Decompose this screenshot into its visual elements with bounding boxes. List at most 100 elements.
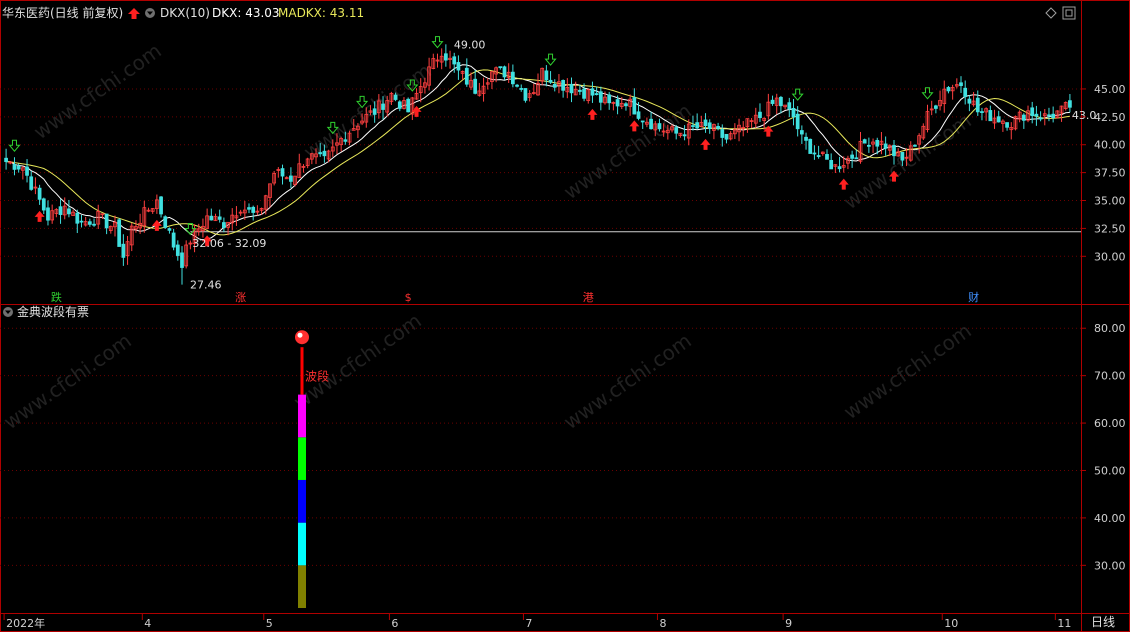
candle-body (511, 71, 515, 85)
candle-body (636, 111, 641, 119)
candle-body (381, 103, 385, 110)
candle-body (498, 66, 503, 69)
candle-body (46, 207, 50, 221)
down-arrow-icon (431, 36, 444, 49)
indicator-bar-segment (298, 565, 306, 608)
candle-body (1030, 107, 1035, 117)
candle-body (854, 157, 859, 160)
price-annotation-label: 27.46 (190, 279, 222, 292)
indicator-tick-label: 30.00 (1094, 559, 1126, 572)
candle-body (37, 187, 42, 200)
indicator-bar-segment (298, 394, 306, 438)
indicator-name: DKX(10) (160, 6, 210, 20)
candle-body (75, 212, 80, 224)
indicator-bar-segment (300, 347, 304, 395)
candle-body (837, 166, 842, 170)
candle-body (343, 139, 348, 142)
candle-body (900, 151, 905, 161)
candle-body (397, 101, 402, 109)
candle-body (770, 99, 775, 104)
candle-body (791, 107, 796, 118)
red-up-arrow-icon (128, 8, 140, 19)
candle-body (787, 102, 792, 110)
price-tick-label: 42.50 (1094, 111, 1126, 124)
candle-body (552, 83, 557, 88)
candle-body (988, 110, 993, 122)
candle-body (452, 56, 457, 65)
price-annotation-label: 43.0 (1072, 109, 1097, 122)
candle-body (582, 88, 586, 99)
madkx-readout: MADKX: 43.11 (278, 6, 364, 20)
candle-body (829, 160, 834, 170)
candle-body (862, 139, 867, 144)
candle-body (975, 97, 980, 113)
candle-body (456, 62, 461, 71)
up-arrow-icon (411, 105, 422, 117)
collapse-icon[interactable] (145, 8, 155, 18)
indicator-bar-segment (298, 479, 306, 523)
frame (0, 0, 1130, 632)
event-markers: 跌 涨 $ 港 财 (51, 290, 979, 304)
candle-body (598, 91, 603, 103)
x-tick-label: 5 (266, 617, 273, 630)
price-grid (0, 88, 1081, 257)
candle-body (569, 83, 574, 94)
candle-body (682, 134, 687, 137)
window-icon[interactable] (1062, 6, 1076, 20)
candle-body (406, 98, 411, 113)
event-marker: $ (405, 291, 412, 304)
candle-body (883, 143, 888, 149)
price-tick-label: 32.50 (1094, 222, 1126, 235)
up-arrow-icon (34, 210, 45, 222)
candle-body (289, 175, 293, 182)
candle-body (674, 127, 679, 134)
watermark: www.cfchi.com www.cfchi.com www.cfchi.co… (0, 38, 976, 434)
ball-icon (295, 330, 309, 345)
candle-body (251, 206, 256, 213)
candle-body (758, 111, 762, 119)
indicator-title: 金典波段有票 (17, 304, 89, 319)
candle-body (724, 133, 729, 140)
candle-body (548, 79, 553, 83)
indicator-tick-label: 50.00 (1094, 464, 1126, 477)
candle-body (1005, 122, 1009, 128)
diamond-icon[interactable] (1045, 7, 1057, 19)
x-tick-label: 10 (944, 617, 958, 630)
down-arrow-icon (791, 88, 804, 101)
price-tick-label: 45.00 (1094, 83, 1126, 96)
candle-body (1068, 100, 1072, 108)
up-arrow-icon (700, 138, 711, 150)
ball-highlight (297, 332, 303, 338)
stock-title: 华东医药(日线 前复权) (2, 5, 123, 20)
candle-body (544, 70, 549, 81)
svg-text:www.cfchi.com: www.cfchi.com (0, 328, 136, 434)
indicator-tick-label: 60.00 (1094, 417, 1126, 430)
price-tick-label: 30.00 (1094, 250, 1126, 263)
up-arrow-icon (587, 108, 598, 120)
candle-body (640, 120, 645, 123)
candle-body (4, 157, 8, 162)
candle-body (1038, 117, 1043, 120)
period-label[interactable]: 日线 (1091, 615, 1115, 629)
down-arrow-icon (544, 53, 557, 66)
candle-body (963, 87, 968, 98)
candle-body (41, 198, 46, 211)
price-tick-label: 35.00 (1094, 195, 1126, 208)
candle-body (25, 166, 29, 176)
candle-body (247, 207, 251, 210)
down-arrow-icon (8, 139, 21, 153)
candle-body (615, 99, 620, 107)
candle-body (691, 125, 695, 127)
candle-body (222, 222, 226, 229)
candle-body (16, 165, 21, 170)
candle-body (12, 164, 17, 170)
candle-body (657, 123, 662, 130)
candle-body (816, 155, 821, 157)
dkx-readout: DKX: 43.03 (212, 6, 280, 20)
up-arrow-icon (763, 125, 774, 137)
candle-body (850, 154, 854, 159)
indicator-collapse-icon[interactable] (3, 307, 13, 317)
candle-body (464, 67, 469, 85)
price-annotation-label: 49.00 (454, 38, 486, 51)
candle-body (443, 53, 448, 61)
